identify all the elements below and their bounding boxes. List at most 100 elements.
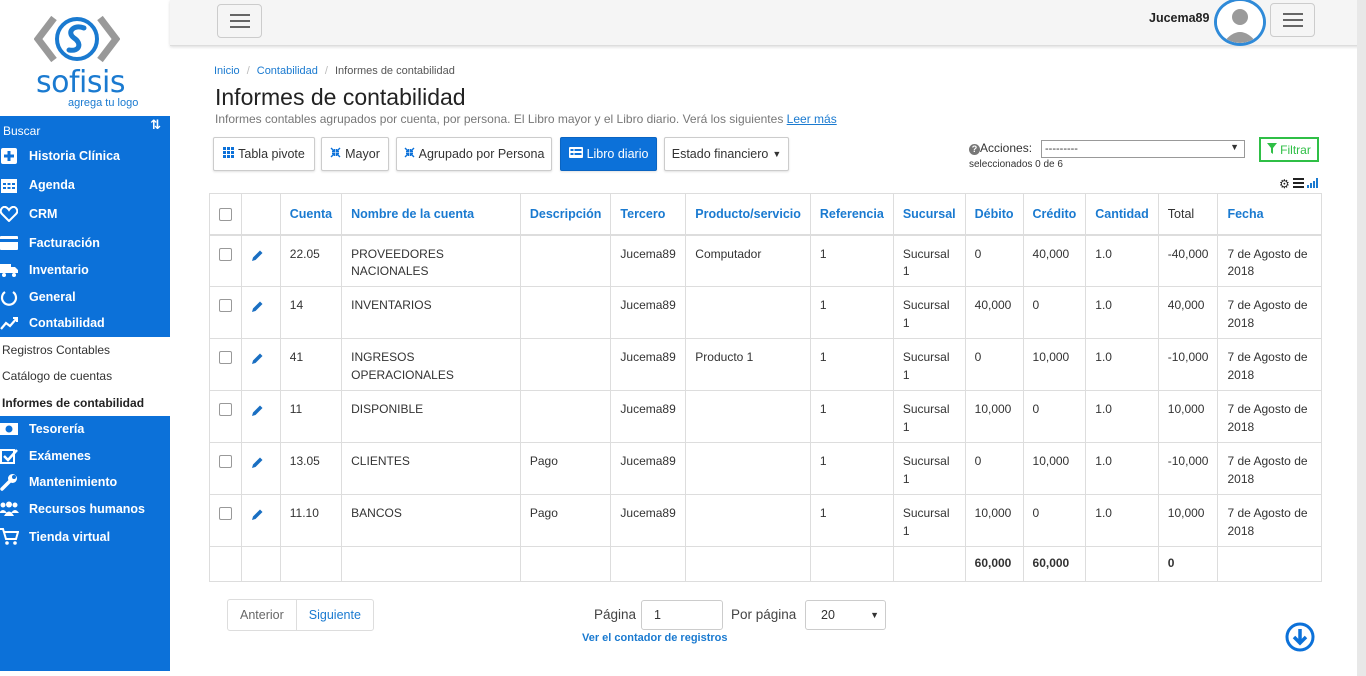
column-header-referencia[interactable]: Referencia bbox=[809, 193, 894, 236]
row-checkbox[interactable] bbox=[219, 299, 232, 312]
column-header-descripcion[interactable]: Descripción bbox=[519, 193, 612, 236]
estado-financiero-dropdown[interactable]: Estado financiero ▼ bbox=[664, 137, 789, 171]
libro-diario-button[interactable]: Libro diario bbox=[560, 137, 657, 171]
sidebar-item-crm[interactable]: CRM bbox=[0, 199, 170, 228]
sidebar-item-tienda-virtual[interactable]: Tienda virtual bbox=[0, 522, 170, 551]
cell-total: -10,000 bbox=[1157, 442, 1219, 495]
cell-cuenta: 11 bbox=[279, 390, 343, 443]
pencil-icon[interactable] bbox=[251, 456, 264, 475]
username[interactable]: Jucema89 bbox=[1149, 11, 1209, 25]
cell-referencia: 1 bbox=[809, 338, 894, 391]
row-checkbox[interactable] bbox=[219, 507, 232, 520]
sidebar-subitem-catalogo[interactable]: Catálogo de cuentas bbox=[0, 363, 170, 390]
sidebar-item-inventario[interactable]: Inventario bbox=[0, 257, 170, 284]
sidebar-item-label: CRM bbox=[29, 206, 58, 221]
column-header-cantidad[interactable]: Cantidad bbox=[1085, 193, 1159, 236]
line-chart-icon bbox=[0, 314, 20, 332]
row-checkbox[interactable] bbox=[219, 403, 232, 416]
column-header-nombre[interactable]: Nombre de la cuenta bbox=[341, 193, 521, 236]
bar-chart-icon[interactable] bbox=[1306, 176, 1318, 191]
table-row: 14 INVENTARIOS Jucema89 1 Sucursal 1 40,000 0 1… bbox=[209, 286, 1322, 339]
cell-fecha: 7 de Agosto de 2018 bbox=[1217, 286, 1322, 339]
gear-icon[interactable]: ⚙ bbox=[1279, 178, 1290, 190]
acciones-select[interactable]: --------- ▼ bbox=[1041, 140, 1245, 158]
scroll-down-icon[interactable] bbox=[1285, 622, 1315, 652]
options-menu-button[interactable] bbox=[1270, 3, 1315, 37]
row-checkbox[interactable] bbox=[219, 351, 232, 364]
pencil-icon[interactable] bbox=[251, 404, 264, 423]
sidebar-item-label: Tienda virtual bbox=[29, 529, 111, 544]
logo[interactable]: sofisis agrega tu logo bbox=[0, 0, 170, 116]
row-checkbox[interactable] bbox=[219, 455, 232, 468]
wrench-icon bbox=[0, 473, 20, 491]
scrollbar[interactable] bbox=[1357, 0, 1366, 676]
sidebar-subitem-registros[interactable]: Registros Contables bbox=[0, 337, 170, 364]
sidebar-item-agenda[interactable]: Agenda bbox=[0, 170, 170, 199]
cell-descripcion bbox=[519, 390, 612, 443]
previous-page-button[interactable]: Anterior bbox=[228, 600, 297, 630]
column-header-sucursal[interactable]: Sucursal bbox=[892, 193, 966, 236]
sidebar-item-recursos-humanos[interactable]: Recursos humanos bbox=[0, 496, 170, 523]
cell-cuenta: 13.05 bbox=[279, 442, 343, 495]
column-header-cuenta[interactable]: Cuenta bbox=[279, 193, 343, 236]
per-page-select[interactable]: 20 ▼ bbox=[805, 600, 886, 630]
pencil-icon[interactable] bbox=[251, 352, 264, 371]
breadcrumb-inicio[interactable]: Inicio bbox=[214, 65, 240, 77]
money-icon bbox=[0, 420, 20, 438]
total-cell-producto bbox=[685, 546, 811, 582]
cell-cantidad: 1.0 bbox=[1085, 286, 1159, 339]
page-input[interactable]: 1 bbox=[641, 600, 723, 630]
cell-tercero: Jucema89 bbox=[610, 442, 687, 495]
sidebar-item-historia-clinica[interactable]: Historia Clínica bbox=[0, 141, 170, 170]
agrupado-persona-button[interactable]: Agrupado por Persona bbox=[396, 137, 552, 171]
column-header-credito[interactable]: Crédito bbox=[1022, 193, 1087, 236]
sort-icon[interactable]: ⇅ bbox=[150, 117, 161, 133]
sidebar-item-tesoreria[interactable]: Tesorería bbox=[0, 416, 170, 443]
menu-toggle-button[interactable] bbox=[217, 4, 262, 38]
total-cell-cuenta bbox=[279, 546, 343, 582]
sidebar-item-general[interactable]: General bbox=[0, 284, 170, 311]
tabla-pivote-button[interactable]: Tabla pivote bbox=[213, 137, 315, 171]
sidebar-search[interactable]: Buscar ⇅ bbox=[0, 116, 170, 141]
sidebar-item-contabilidad[interactable]: Contabilidad bbox=[0, 310, 170, 337]
pencil-icon[interactable] bbox=[251, 300, 264, 319]
row-edit-cell bbox=[241, 286, 281, 339]
sidebar-item-examenes[interactable]: Exámenes bbox=[0, 443, 170, 470]
mayor-label: Mayor bbox=[345, 147, 380, 161]
sidebar-subitem-label: Registros Contables bbox=[2, 342, 111, 357]
mayor-button[interactable]: Mayor bbox=[321, 137, 389, 171]
record-counter-link[interactable]: Ver el contador de registros bbox=[582, 632, 728, 644]
sidebar-item-facturacion[interactable]: Facturación bbox=[0, 228, 170, 257]
sidebar-subitem-informes[interactable]: Informes de contabilidad bbox=[0, 390, 170, 417]
next-page-button[interactable]: Siguiente bbox=[297, 600, 373, 630]
user-icon bbox=[1217, 1, 1263, 43]
select-all-checkbox[interactable] bbox=[219, 207, 232, 221]
row-edit-cell bbox=[241, 494, 281, 547]
sidebar-item-mantenimiento[interactable]: Mantenimiento bbox=[0, 469, 170, 496]
tabla-pivote-label: Tabla pivote bbox=[238, 147, 305, 161]
cell-cuenta: 14 bbox=[279, 286, 343, 339]
breadcrumb-contabilidad[interactable]: Contabilidad bbox=[257, 65, 318, 77]
help-icon[interactable]: ? bbox=[969, 144, 980, 155]
column-header-tercero[interactable]: Tercero bbox=[610, 193, 687, 236]
cell-descripcion bbox=[519, 234, 612, 287]
filtrar-button[interactable]: Filtrar bbox=[1259, 137, 1319, 162]
breadcrumb-current: Informes de contabilidad bbox=[334, 65, 455, 77]
read-more-link[interactable]: Leer más bbox=[787, 112, 837, 126]
avatar[interactable] bbox=[1214, 0, 1266, 46]
cell-tercero: Jucema89 bbox=[610, 234, 687, 287]
pencil-icon[interactable] bbox=[251, 508, 264, 527]
pencil-icon[interactable] bbox=[251, 249, 264, 268]
row-checkbox[interactable] bbox=[219, 247, 232, 261]
cell-fecha: 7 de Agosto de 2018 bbox=[1217, 442, 1322, 495]
columns-icon[interactable] bbox=[1292, 176, 1304, 191]
cell-cantidad: 1.0 bbox=[1085, 442, 1159, 495]
column-header-producto[interactable]: Producto/servicio bbox=[685, 193, 811, 236]
cell-cantidad: 1.0 bbox=[1085, 494, 1159, 547]
cell-cuenta: 11.10 bbox=[279, 494, 343, 547]
totals-row: 60,000 60,000 0 bbox=[209, 546, 1322, 582]
total-cell-total: 0 bbox=[1157, 546, 1219, 582]
column-header-debito[interactable]: Débito bbox=[964, 193, 1024, 236]
column-header-fecha[interactable]: Fecha bbox=[1217, 193, 1322, 236]
cell-cantidad: 1.0 bbox=[1085, 390, 1159, 443]
